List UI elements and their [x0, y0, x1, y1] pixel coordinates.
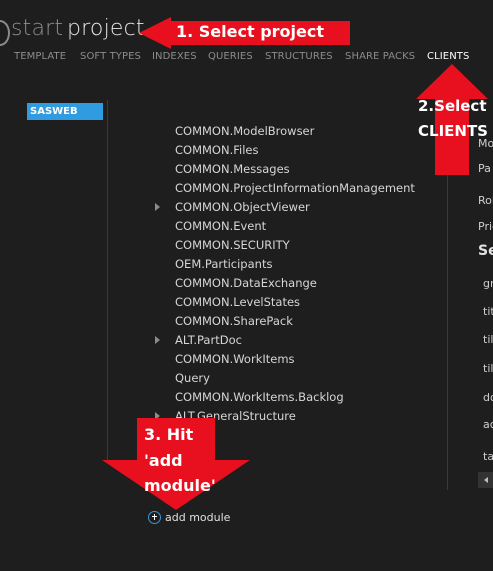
annotation-step-2-line1: 2.Select	[418, 97, 487, 115]
annotation-step-3-line2: 'add	[144, 451, 183, 470]
annotation-step-2-line2: CLIENTS	[418, 122, 488, 140]
annotation-layer	[102, 17, 488, 510]
annotation-arrow-2	[416, 64, 488, 175]
annotation-step-1: 1. Select project	[176, 22, 324, 41]
annotation-step-3-line3: module'	[144, 476, 216, 495]
app-window: start project TEMPLATE SOFT TYPES INDEXE…	[0, 0, 493, 571]
annotation-step-3-line1: 3. Hit	[144, 425, 194, 444]
